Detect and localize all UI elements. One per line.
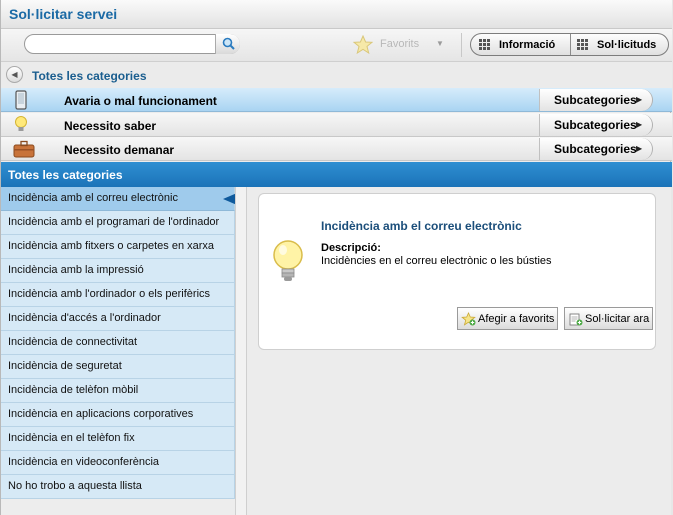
list-item-label: Incidència de connectivitat xyxy=(8,336,138,348)
requests-label: Sol·licituds xyxy=(597,39,657,51)
category-row-need-to-know[interactable]: Necessito saber Subcategories ▶ xyxy=(1,113,672,137)
search-input[interactable] xyxy=(33,37,217,53)
list-item-label: Incidència en aplicacions corporatives xyxy=(8,408,194,420)
detail-title: Incidència amb el correu electrònic xyxy=(321,219,522,233)
lightbulb-icon xyxy=(273,240,303,281)
view-toggle: Informació Sol·licituds xyxy=(470,33,669,56)
list-item[interactable]: Incidència de seguretat xyxy=(1,355,235,379)
star-icon xyxy=(353,35,373,54)
list-item[interactable]: Incidència d'accés a l'ordinador xyxy=(1,307,235,331)
request-now-button[interactable]: Sol·licitar ara xyxy=(564,307,653,330)
list-item-label: No ho trobo a aquesta llista xyxy=(8,480,142,492)
list-item-label: Incidència amb fitxers o carpetes en xar… xyxy=(8,240,215,252)
panel-title: Totes les categories xyxy=(8,168,123,182)
subcategories-label: Subcategories xyxy=(554,142,637,156)
request-now-label: Sol·licitar ara xyxy=(585,313,650,325)
favorites-label: Favorits xyxy=(380,38,420,50)
list-item-label: Incidència d'accés a l'ordinador xyxy=(8,312,161,324)
list-item-label: Incidència en videoconferència xyxy=(8,456,160,468)
search-icon xyxy=(222,37,235,50)
description-label: Descripció: xyxy=(321,242,381,254)
chevron-right-icon: ▶ xyxy=(636,120,643,129)
grid-icon xyxy=(479,39,490,50)
subcategories-button[interactable]: Subcategories ▶ xyxy=(539,138,653,160)
list-item-label: Incidència amb el programari de l'ordina… xyxy=(8,216,220,228)
list-item-label: Incidència amb el correu electrònic xyxy=(8,192,178,204)
list-item-label: Incidència de telèfon mòbil xyxy=(8,384,139,396)
subcategories-label: Subcategories xyxy=(554,93,637,107)
subcategories-button[interactable]: Subcategories ▶ xyxy=(539,89,653,111)
toolbar: Favorits ▼ Informació Sol·licituds xyxy=(1,29,672,62)
list-item[interactable]: Incidència amb el correu electrònic xyxy=(1,187,251,211)
phone-icon xyxy=(15,90,27,110)
list-item[interactable]: Incidència de telèfon mòbil xyxy=(1,379,235,403)
add-to-favorites-button[interactable]: Afegir a favorits xyxy=(457,307,558,330)
chevron-right-icon: ▶ xyxy=(636,144,643,153)
description-text: Incidències en el correu electrònic o le… xyxy=(321,255,552,267)
category-label: Necessito demanar xyxy=(64,143,175,157)
briefcase-icon xyxy=(13,140,35,158)
lightbulb-icon xyxy=(15,116,27,131)
subcategory-list: Incidència amb el correu electrònic Inci… xyxy=(1,187,251,515)
star-add-icon xyxy=(461,312,476,326)
list-item[interactable]: Incidència de connectivitat xyxy=(1,331,235,355)
list-item[interactable]: Incidència amb la impressió xyxy=(1,259,235,283)
category-row-need-to-request[interactable]: Necessito demanar Subcategories ▶ xyxy=(1,137,672,161)
search-box xyxy=(24,34,240,54)
list-item[interactable]: Incidència amb el programari de l'ordina… xyxy=(1,211,235,235)
toolbar-divider xyxy=(461,33,462,57)
list-item-label: Incidència amb l'ordinador o els perifèr… xyxy=(8,288,211,300)
requests-button[interactable]: Sol·licituds xyxy=(570,34,668,55)
request-icon xyxy=(569,313,583,326)
list-item-label: Incidència amb la impressió xyxy=(8,264,144,276)
add-to-favorites-label: Afegir a favorits xyxy=(478,313,555,325)
info-button[interactable]: Informació xyxy=(471,34,570,55)
subcategories-button[interactable]: Subcategories ▶ xyxy=(539,114,653,136)
list-item[interactable]: Incidència en aplicacions corporatives xyxy=(1,403,235,427)
search-button[interactable] xyxy=(215,34,240,54)
chevron-down-icon: ▼ xyxy=(436,39,444,48)
window-title: Sol·licitar servei xyxy=(9,6,118,22)
info-label: Informació xyxy=(499,39,556,51)
subcategories-label: Subcategories xyxy=(554,118,637,132)
title-bar: Sol·licitar servei xyxy=(1,0,672,29)
list-item[interactable]: Incidència en videoconferència xyxy=(1,451,235,475)
list-item[interactable]: Incidència amb fitxers o carpetes en xar… xyxy=(1,235,235,259)
list-scrollbar[interactable] xyxy=(235,187,247,515)
list-item[interactable]: No ho trobo a aquesta llista xyxy=(1,475,235,499)
chevron-left-icon: ◀ xyxy=(11,70,18,79)
breadcrumb-label[interactable]: Totes les categories xyxy=(32,69,147,83)
category-row-malfunction[interactable]: Avaria o mal funcionament Subcategories … xyxy=(1,88,672,112)
request-service-window: Sol·licitar servei Favorits ▼ Informació xyxy=(0,0,672,515)
detail-card: Incidència amb el correu electrònic Desc… xyxy=(258,193,656,350)
chevron-right-icon: ▶ xyxy=(636,95,643,104)
list-item[interactable]: Incidència amb l'ordinador o els perifèr… xyxy=(1,283,235,307)
list-item-label: Incidència de seguretat xyxy=(8,360,122,372)
back-button[interactable]: ◀ xyxy=(6,66,23,83)
grid-icon xyxy=(577,39,588,50)
category-label: Avaria o mal funcionament xyxy=(64,94,217,108)
list-item-label: Incidència en el telèfon fix xyxy=(8,432,135,444)
list-item[interactable]: Incidència en el telèfon fix xyxy=(1,427,235,451)
category-label: Necessito saber xyxy=(64,119,157,133)
panel-header: Totes les categories xyxy=(1,162,672,187)
breadcrumb: ◀ Totes les categories xyxy=(1,62,672,88)
